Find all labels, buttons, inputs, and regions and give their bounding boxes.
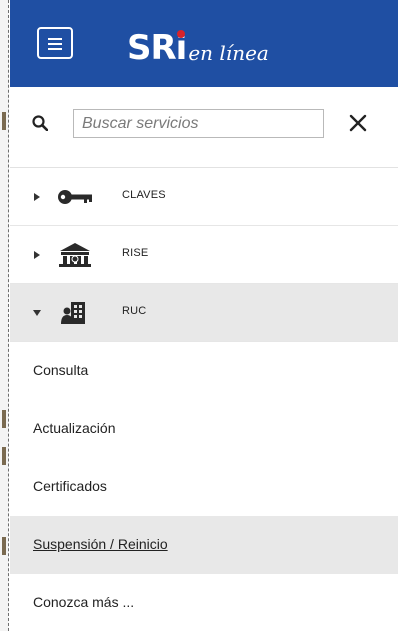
- caret-down-icon: [33, 310, 41, 316]
- menu-item-claves[interactable]: CLAVES: [10, 168, 398, 226]
- submenu-item-label: Certificados: [33, 478, 107, 494]
- hamburger-icon: [48, 38, 62, 40]
- menu-item-label: CLAVES: [122, 189, 166, 201]
- submenu-item-label: Conozca más ...: [33, 594, 135, 610]
- caret-right-icon: [34, 193, 40, 201]
- bank-icon: [59, 243, 91, 267]
- hamburger-icon: [48, 48, 62, 50]
- submenu-item-conozca-mas[interactable]: Conozca más ...: [10, 574, 398, 631]
- hamburger-icon: [48, 43, 62, 45]
- header-bar: SRi en línea: [10, 0, 398, 87]
- menu-item-label: RISE: [122, 247, 149, 259]
- edge-marker: [2, 410, 6, 428]
- edge-marker: [2, 537, 6, 555]
- menu-item-rise[interactable]: RISE: [10, 226, 398, 284]
- left-edge-divider: [0, 0, 9, 631]
- search-icon[interactable]: [32, 115, 48, 131]
- submenu-item-label: Consulta: [33, 362, 89, 378]
- menu-item-ruc[interactable]: RUC: [10, 284, 398, 342]
- edge-marker: [2, 112, 6, 130]
- building-icon: [61, 302, 85, 324]
- submenu-item-consulta[interactable]: Consulta: [10, 342, 398, 400]
- submenu-item-suspension-reinicio[interactable]: Suspensión / Reinicio: [10, 516, 398, 574]
- submenu-item-label: Suspensión / Reinicio: [33, 536, 168, 552]
- logo-script-text: en línea: [188, 41, 269, 65]
- search-input[interactable]: [73, 109, 324, 138]
- menu-item-label: RUC: [122, 305, 147, 317]
- caret-right-icon: [34, 251, 40, 259]
- sri-logo[interactable]: SRi en línea: [127, 18, 269, 68]
- search-bar: [10, 87, 398, 168]
- edge-marker: [2, 447, 6, 465]
- submenu-item-certificados[interactable]: Certificados: [10, 458, 398, 516]
- page: SRi en línea Buscar servicios CLAVES RIS…: [0, 0, 398, 631]
- sidebar-menu: SRi en línea Buscar servicios CLAVES RIS…: [10, 0, 398, 631]
- submenu-item-label: Actualización: [33, 420, 116, 436]
- logo-main-text: SRi: [127, 28, 187, 68]
- submenu-item-actualizacion[interactable]: Actualización: [10, 400, 398, 458]
- hamburger-menu-button[interactable]: [37, 27, 73, 59]
- close-icon[interactable]: [346, 111, 370, 135]
- key-icon: [58, 190, 92, 204]
